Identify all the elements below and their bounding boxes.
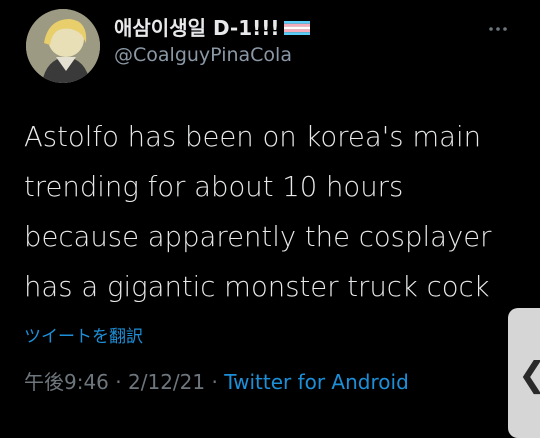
avatar-image	[26, 9, 100, 83]
user-handle[interactable]: @CoalguyPinaCola	[114, 44, 292, 66]
tweet-time: 午後9:46	[24, 370, 109, 394]
tweet-meta: 午後9:46 · 2/12/21 · Twitter for Android	[24, 366, 409, 395]
tweet-date: 2/12/21	[128, 370, 206, 394]
meta-separator: ·	[205, 370, 225, 394]
display-name-text: 애삼이생일 D-1!!!	[114, 16, 280, 40]
display-name[interactable]: 애삼이생일 D-1!!!	[114, 12, 310, 41]
tweet-source-link[interactable]: Twitter for Android	[224, 370, 409, 394]
meta-separator: ·	[108, 370, 128, 394]
avatar[interactable]	[26, 9, 100, 83]
translate-tweet-link[interactable]: ツイートを翻訳	[24, 322, 143, 347]
more-dots-icon[interactable]	[488, 16, 508, 37]
tweet-text: Astolfo has been on korea's main trendin…	[24, 121, 492, 303]
chevron-left-icon[interactable]: ❮	[518, 355, 540, 395]
transgender-flag-icon	[283, 20, 310, 35]
